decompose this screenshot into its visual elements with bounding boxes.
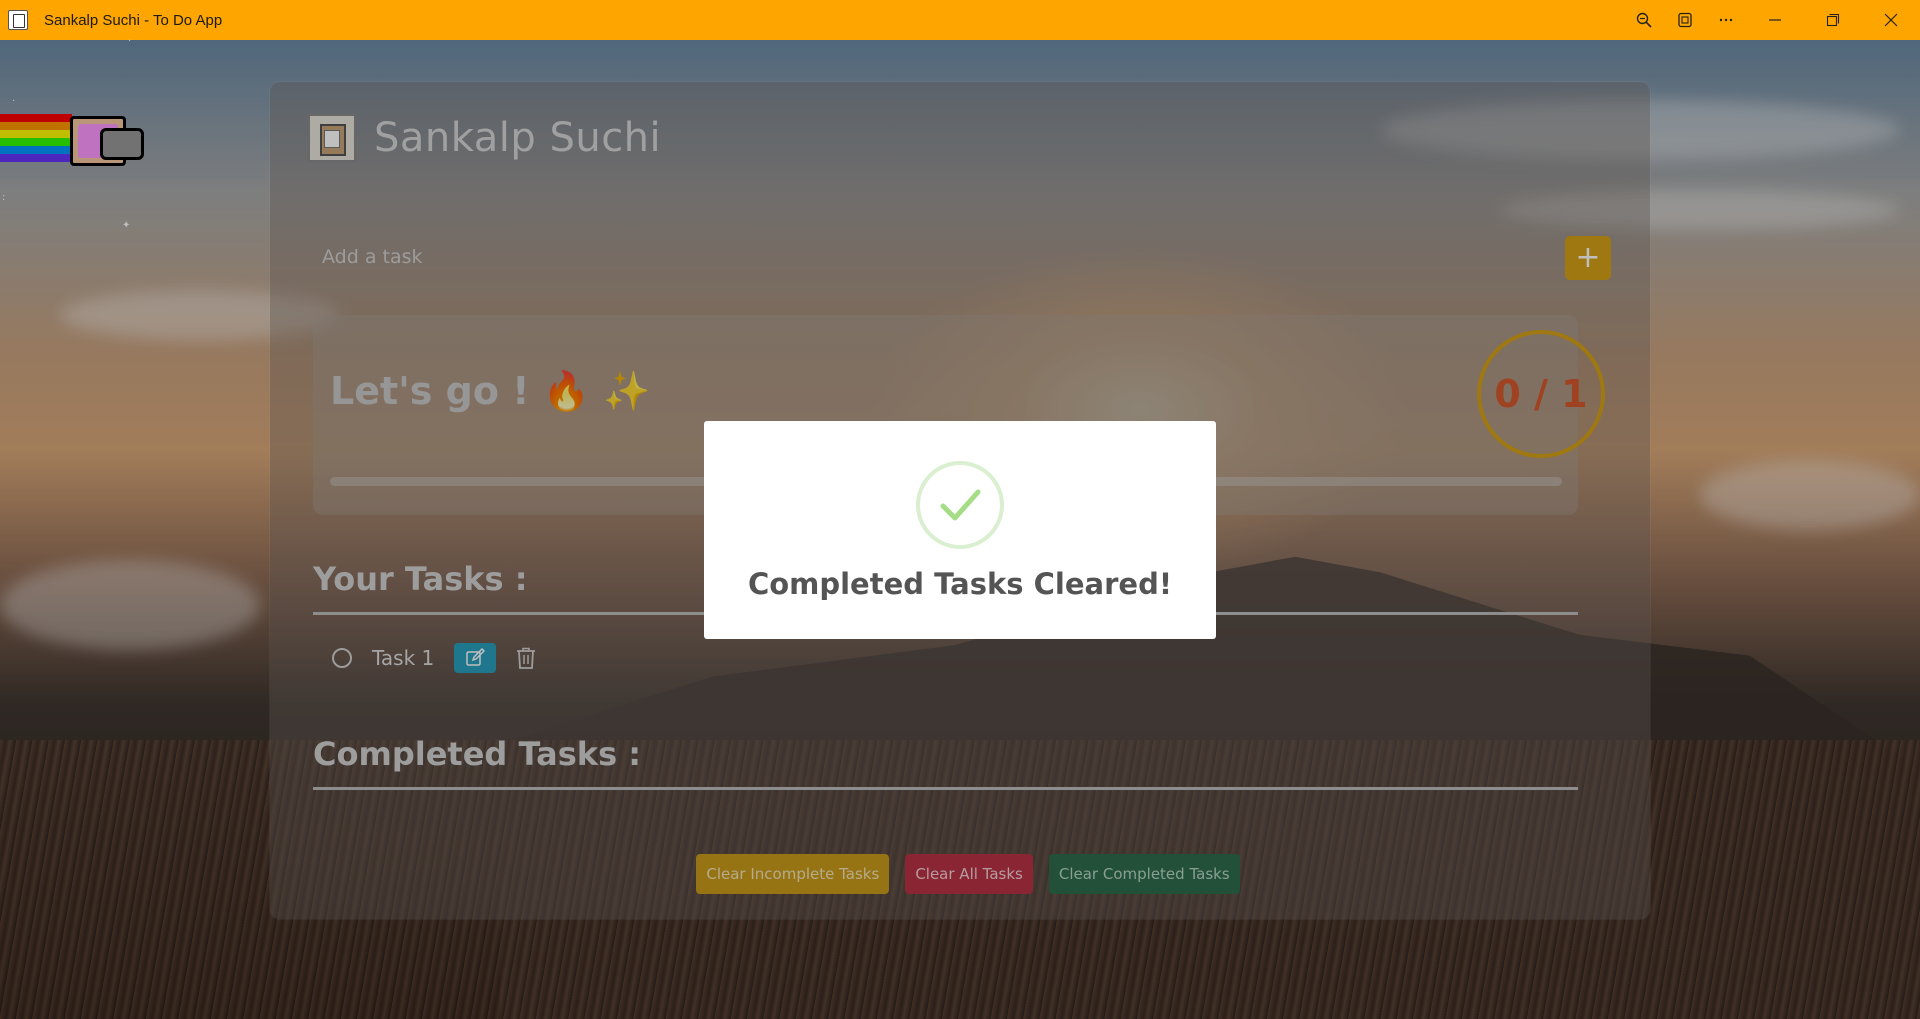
- dialog-message: Completed Tasks Cleared!: [747, 567, 1173, 601]
- zoom-icon[interactable]: [1623, 0, 1664, 40]
- close-icon[interactable]: [1862, 0, 1920, 40]
- success-dialog: Completed Tasks Cleared!: [704, 421, 1216, 639]
- window-title: Sankalp Suchi - To Do App: [44, 11, 223, 29]
- cast-icon[interactable]: [1664, 0, 1705, 40]
- restore-icon[interactable]: [1804, 0, 1862, 40]
- success-check-icon: [916, 461, 1004, 549]
- minimize-icon[interactable]: [1746, 0, 1804, 40]
- more-icon[interactable]: [1705, 0, 1746, 40]
- window-titlebar: Sankalp Suchi - To Do App: [0, 0, 1920, 40]
- titlebar-controls: [1623, 0, 1920, 40]
- app-notepad-icon: [8, 10, 28, 30]
